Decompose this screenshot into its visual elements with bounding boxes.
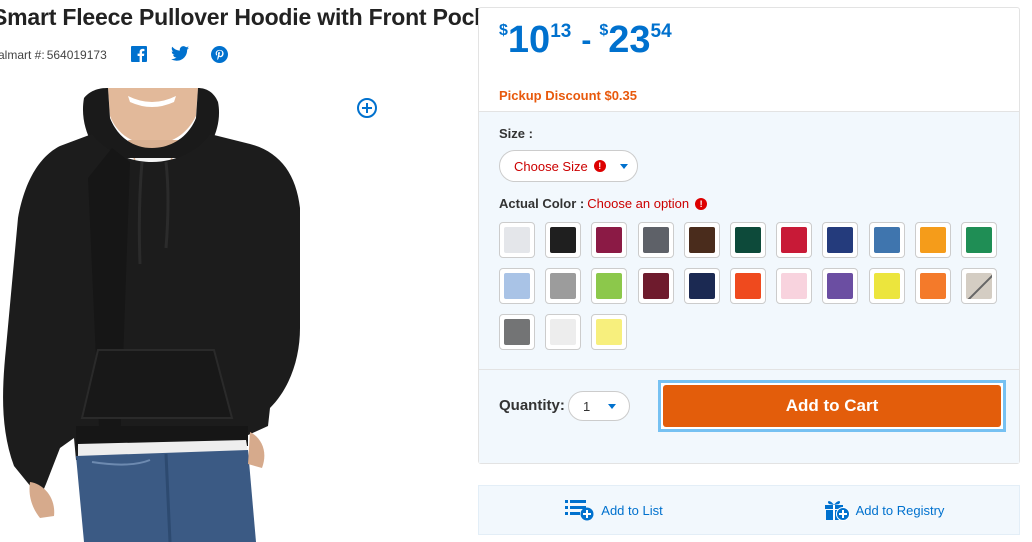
color-label-row: Actual Color : Choose an option ! — [499, 196, 708, 211]
price-separator: - — [581, 24, 592, 57]
color-swatch-pink[interactable] — [776, 268, 813, 304]
zoom-in-icon[interactable] — [357, 98, 377, 118]
swatch-chip — [504, 273, 530, 299]
swatch-chip — [550, 319, 577, 345]
color-swatch-brown[interactable] — [683, 222, 720, 258]
swatch-chip — [781, 273, 808, 299]
swatch-chip — [504, 227, 530, 253]
swatch-chip — [642, 227, 669, 253]
add-to-cart-button[interactable]: Add to Cart — [663, 385, 1001, 427]
color-swatch-burgundy[interactable] — [637, 268, 674, 304]
list-registry-bar: Add to List Add to Registry — [478, 485, 1020, 535]
price-max-dollars: 23 — [608, 19, 651, 61]
swatch-chip — [596, 273, 623, 299]
pinterest-icon[interactable] — [210, 46, 229, 64]
color-swatch-red[interactable] — [776, 222, 813, 258]
color-swatch-orange-red[interactable] — [729, 268, 766, 304]
color-swatch-off-white[interactable] — [545, 314, 582, 350]
color-swatch-pale-yellow[interactable] — [591, 314, 628, 350]
swatch-chip — [873, 227, 900, 253]
sku-number: 564019173 — [46, 48, 107, 62]
product-image — [0, 88, 330, 542]
color-swatch-navy[interactable] — [822, 222, 859, 258]
color-swatch-forest-green[interactable] — [729, 222, 766, 258]
color-hint: Choose an option — [587, 196, 690, 211]
color-swatch-kelly-green[interactable] — [960, 222, 997, 258]
quantity-label: Quantity: — [499, 397, 565, 414]
color-swatch-slate[interactable] — [499, 314, 535, 350]
color-swatch-light-blue[interactable] — [499, 268, 535, 304]
price-min-cents: 13 — [550, 21, 572, 42]
facebook-icon[interactable] — [130, 46, 149, 64]
sku-label: almart #: — [0, 48, 45, 62]
pickup-discount: Pickup Discount $0.35 — [499, 88, 637, 103]
buy-box: $ 10 13 - $ 23 54 Pickup Discount $0.35 … — [478, 7, 1020, 464]
swatch-chip — [642, 273, 669, 299]
swatch-chip — [734, 227, 761, 253]
error-icon: ! — [695, 197, 708, 210]
color-swatch-deep-navy[interactable] — [683, 268, 720, 304]
price-min-currency: $ — [499, 22, 508, 39]
gift-add-icon — [824, 501, 850, 521]
swatch-chip — [873, 273, 900, 299]
size-dropdown-value: Choose Size — [514, 158, 588, 174]
swatch-chip — [919, 227, 946, 253]
swatch-chip — [827, 227, 854, 253]
color-swatch-grid — [499, 222, 999, 360]
color-swatch-steel-blue[interactable] — [868, 222, 905, 258]
color-swatch-lime[interactable] — [591, 268, 628, 304]
add-to-registry-label: Add to Registry — [855, 502, 945, 518]
color-swatch-sand-unavailable[interactable] — [960, 268, 997, 304]
swatch-chip — [596, 319, 623, 345]
swatch-chip — [688, 227, 715, 253]
color-label: Actual Color : — [499, 196, 585, 211]
swatch-chip — [965, 227, 992, 253]
sku-row: almart #: 564019173 — [0, 46, 229, 64]
chevron-down-icon — [619, 163, 628, 169]
price-range: $ 10 13 - $ 23 54 — [499, 18, 672, 62]
price-max-cents: 54 — [650, 21, 672, 42]
color-swatch-orange[interactable] — [914, 268, 951, 304]
add-to-registry-button[interactable]: Add to Registry — [749, 499, 1019, 521]
add-to-list-button[interactable]: Add to List — [479, 499, 749, 521]
size-label: Size : — [499, 126, 533, 141]
size-dropdown[interactable]: Choose Size ! — [499, 150, 638, 182]
add-list-icon — [565, 500, 594, 521]
add-to-cart-focus-ring: Add to Cart — [658, 380, 1006, 432]
color-swatch-maroon[interactable] — [591, 222, 628, 258]
swatch-chip — [596, 227, 623, 253]
swatch-chip — [965, 273, 992, 299]
add-to-list-label: Add to List — [601, 502, 663, 518]
swatch-chip — [919, 273, 946, 299]
swatch-chip — [734, 273, 761, 299]
price-min-dollars: 10 — [507, 19, 551, 61]
color-swatch-charcoal[interactable] — [637, 222, 674, 258]
swatch-chip — [550, 227, 577, 253]
swatch-chip — [781, 227, 808, 253]
variant-selector: Size : Choose Size ! Actual Color : Choo… — [479, 111, 1019, 369]
color-swatch-light-gray[interactable] — [499, 222, 535, 258]
swatch-chip — [504, 319, 530, 345]
color-swatch-yellow[interactable] — [868, 268, 905, 304]
quantity-dropdown[interactable]: 1 — [568, 391, 630, 421]
share-links — [130, 46, 229, 64]
error-icon: ! — [593, 160, 606, 172]
product-title: Smart Fleece Pullover Hoodie with Front … — [0, 4, 507, 30]
color-swatch-heather-gray[interactable] — [545, 268, 582, 304]
quantity-value: 1 — [583, 398, 591, 414]
swatch-chip — [827, 273, 854, 299]
chevron-down-icon — [608, 403, 617, 409]
swatch-chip — [550, 273, 577, 299]
color-swatch-gold[interactable] — [914, 222, 951, 258]
price-max-currency: $ — [599, 22, 609, 39]
color-swatch-black[interactable] — [545, 222, 582, 258]
swatch-chip — [688, 273, 715, 299]
color-swatch-purple[interactable] — [822, 268, 859, 304]
twitter-icon[interactable] — [170, 46, 189, 64]
quantity-row: Quantity: 1 Add to Cart — [479, 369, 1019, 463]
